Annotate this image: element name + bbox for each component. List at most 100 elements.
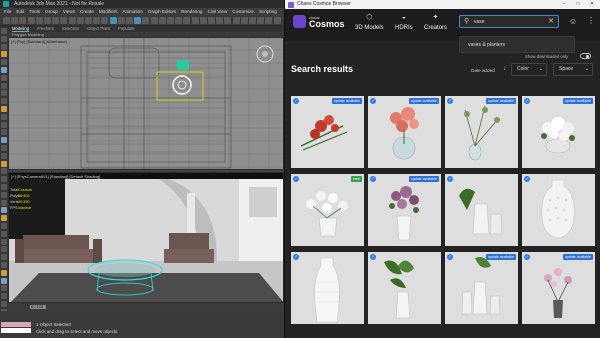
command-panel-icon[interactable]: [1, 67, 7, 73]
toolbar-tool-icon[interactable]: [134, 17, 142, 24]
toolbar-tool-icon[interactable]: [167, 17, 174, 24]
menu-item[interactable]: Tools: [29, 8, 40, 15]
command-panel-icon[interactable]: [1, 82, 7, 89]
search-input[interactable]: ⚲ vase ✕: [459, 15, 559, 28]
maxscript-listener-input[interactable]: [1, 322, 31, 327]
toolbar-tool-icon[interactable]: [240, 17, 248, 24]
selected-check-icon[interactable]: ✓: [370, 254, 376, 260]
command-panel-icon[interactable]: [1, 301, 7, 307]
toolbar-tool-icon[interactable]: [183, 17, 191, 24]
toolbar-tool-icon[interactable]: [265, 17, 273, 24]
toolbar-tool-icon[interactable]: [208, 17, 215, 24]
menu-item[interactable]: Customize: [232, 8, 254, 15]
command-panel-icon[interactable]: [1, 293, 7, 300]
timeline[interactable]: 0 / 100: [8, 303, 284, 311]
selected-check-icon[interactable]: ✓: [524, 254, 530, 260]
search-value[interactable]: vase: [474, 16, 485, 28]
command-panel-icon[interactable]: [1, 51, 7, 58]
menu-item[interactable]: Scripting: [259, 8, 277, 15]
toolbar-tool-icon[interactable]: [216, 17, 224, 24]
selected-check-icon[interactable]: ✓: [293, 176, 299, 182]
asset-card[interactable]: ✓ update available: [368, 174, 441, 246]
command-panel-icon[interactable]: [1, 285, 7, 292]
command-panel-icon[interactable]: [1, 223, 7, 229]
menu-item[interactable]: Views: [63, 8, 75, 15]
nav-3d-models[interactable]: ⬡ 3D Models: [355, 13, 384, 31]
selected-check-icon[interactable]: ✓: [524, 98, 530, 104]
menu-item[interactable]: Group: [45, 8, 58, 15]
command-panel-icon[interactable]: [1, 199, 7, 206]
asset-card[interactable]: ✓: [291, 252, 364, 324]
menu-item[interactable]: Rendering: [181, 8, 202, 15]
toolbar-tool-icon[interactable]: [175, 17, 183, 24]
downloaded-only-toggle[interactable]: [580, 53, 591, 59]
selected-check-icon[interactable]: ✓: [293, 98, 299, 104]
toolbar-tool-icon[interactable]: [44, 17, 51, 24]
toolbar-tool-icon[interactable]: [109, 17, 117, 24]
selected-check-icon[interactable]: ✓: [447, 254, 453, 260]
command-panel-icon[interactable]: [1, 262, 7, 268]
toolbar-tool-icon[interactable]: [76, 17, 84, 24]
close-icon[interactable]: ✕: [585, 0, 599, 9]
command-panel-icon[interactable]: [1, 246, 7, 253]
viewport-camera-label[interactable]: [+] [PhysCamera001] [Standard] [Default …: [11, 174, 100, 179]
menu-item[interactable]: Edit: [16, 8, 24, 15]
toolbar-tool-icon[interactable]: [52, 17, 60, 24]
toolbar-tool-icon[interactable]: [11, 17, 19, 24]
toolbar-tool-icon[interactable]: [35, 17, 43, 24]
clear-search-icon[interactable]: ✕: [548, 16, 554, 28]
toolbar-tool-icon[interactable]: [101, 17, 109, 24]
asset-card[interactable]: ✓ new: [291, 174, 364, 246]
toolbar-tool-icon[interactable]: [68, 17, 76, 24]
toolbar-tool-icon[interactable]: [158, 17, 166, 24]
viewport-camera[interactable]: [+] [PhysCamera001] [Standard] [Default …: [8, 172, 284, 303]
toolbar-tool-icon[interactable]: [19, 17, 27, 24]
viewport-top[interactable]: [+] [Top] [Standard] [Wireframe]: [8, 37, 284, 170]
command-panel-icon[interactable]: [1, 74, 7, 81]
command-panel-icon[interactable]: [1, 191, 7, 198]
command-panel-icon[interactable]: [1, 59, 7, 66]
menu-icon[interactable]: ⋮: [587, 16, 595, 25]
menu-item[interactable]: File: [4, 8, 11, 15]
sort-dropdown[interactable]: Date added: [471, 68, 495, 73]
asset-card[interactable]: ✓ update available: [522, 96, 595, 168]
minimize-icon[interactable]: –: [557, 0, 571, 9]
toolbar-tool-icon[interactable]: [142, 17, 150, 24]
toolbar-tool-icon[interactable]: [199, 17, 207, 24]
cosmos-logo-icon[interactable]: [293, 15, 306, 28]
command-panel-icon[interactable]: [1, 230, 7, 237]
command-panel-icon[interactable]: [1, 207, 7, 214]
toolbar-tool-icon[interactable]: [93, 17, 101, 24]
command-panel-icon[interactable]: [1, 90, 7, 97]
toolbar-tool-icon[interactable]: [232, 17, 240, 24]
toolbar-tool-icon[interactable]: [224, 17, 232, 24]
nav-hdris[interactable]: ◒ HDRIs: [395, 13, 413, 31]
command-panel-icon[interactable]: [1, 137, 7, 144]
asset-card[interactable]: ✓ update available: [368, 96, 441, 168]
command-panel-icon[interactable]: [1, 176, 7, 183]
command-panel-icon[interactable]: [1, 43, 7, 50]
command-panel-icon[interactable]: [1, 269, 7, 276]
command-panel-icon[interactable]: [1, 98, 7, 105]
command-panel-icon[interactable]: [1, 28, 7, 34]
search-suggestion[interactable]: vases & planters: [459, 36, 575, 53]
asset-card[interactable]: ✓ update available: [445, 96, 518, 168]
brand-cosmos[interactable]: Cosmos: [309, 19, 345, 29]
command-panel-icon[interactable]: [1, 145, 7, 151]
toolbar-tool-icon[interactable]: [3, 17, 10, 24]
sort-direction-icon[interactable]: ↓: [503, 66, 506, 72]
command-panel-icon[interactable]: [1, 277, 7, 284]
command-panel-icon[interactable]: [1, 168, 7, 175]
menu-item[interactable]: Modifiers: [99, 8, 118, 15]
toolbar-tool-icon[interactable]: [273, 17, 281, 24]
command-panel-icon[interactable]: [1, 113, 7, 120]
asset-card[interactable]: ✓ update available: [522, 252, 595, 324]
command-panel-icon[interactable]: [1, 129, 7, 136]
asset-card[interactable]: ✓ update available: [445, 252, 518, 324]
selected-check-icon[interactable]: ✓: [447, 176, 453, 182]
toolbar-tool-icon[interactable]: [257, 17, 265, 24]
color-filter[interactable]: Color ⌄: [511, 63, 547, 76]
command-panel-icon[interactable]: [1, 215, 7, 222]
command-panel-icon[interactable]: [1, 35, 7, 42]
command-panel-icon[interactable]: [1, 160, 7, 167]
